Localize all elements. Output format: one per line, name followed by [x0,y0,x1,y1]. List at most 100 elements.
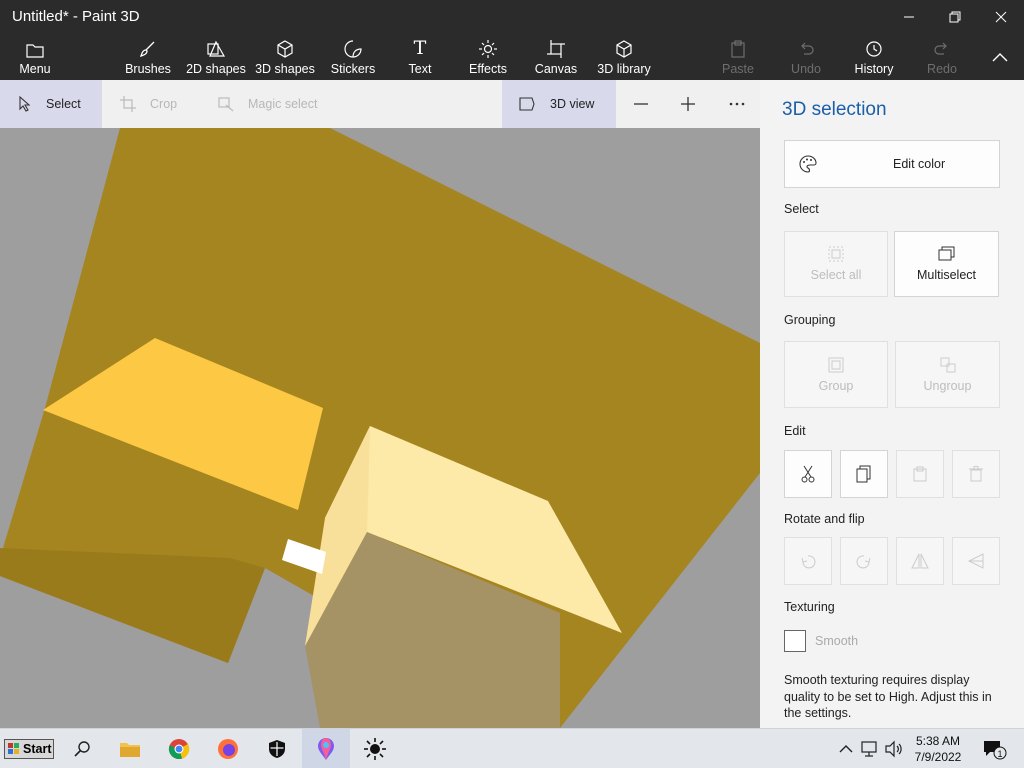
multiselect-button[interactable]: Multiselect [894,231,999,297]
panel-title: 3D selection [782,99,887,120]
security-button[interactable] [253,729,301,768]
title-bar: Untitled* - Paint 3D [0,0,1024,34]
chevron-up-icon [992,53,1008,62]
delete-button[interactable] [952,450,1000,498]
smooth-label: Smooth [815,634,859,648]
select-tool-button[interactable]: Select [0,80,102,128]
sun-icon [364,738,386,760]
volume-button[interactable] [884,739,904,759]
library-3d-button[interactable]: 3D library [596,34,652,80]
rotate-left-button[interactable] [784,537,832,585]
rotate-section-label: Rotate and flip [784,512,865,526]
text-button[interactable]: T Text [400,34,440,80]
close-icon [995,11,1007,23]
grouping-section-label: Grouping [784,313,836,327]
shapes-2d-icon [207,40,226,57]
magic-select-icon [218,97,234,112]
show-hidden-icons-button[interactable] [836,739,856,759]
ungroup-icon [940,357,955,372]
minus-icon [634,103,648,105]
model-side-shadow [0,548,265,663]
notification-count: 1 [997,749,1002,759]
network-icon [861,741,877,757]
canvas-button[interactable]: Canvas [534,34,578,80]
flip-horizontal-button[interactable] [896,537,944,585]
folder-icon [120,743,140,757]
file-explorer-button[interactable] [106,729,154,768]
cut-button[interactable] [784,450,832,498]
sun-icon [479,40,497,58]
collapse-ribbon-button[interactable] [986,34,1014,80]
library-icon [616,40,632,58]
more-options-button[interactable] [722,80,752,128]
shield-icon [269,740,285,758]
restore-icon [949,11,961,23]
flip-vertical-button[interactable] [952,537,1000,585]
smooth-texturing-note: Smooth texturing requires display qualit… [784,673,992,720]
group-button[interactable]: Group [784,341,888,408]
canvas-crop-icon [547,40,565,58]
rotate-right-icon [856,555,871,569]
windows-logo-icon [8,743,19,754]
redo-button[interactable]: Redo [924,34,960,80]
brush-icon [139,41,155,58]
cube-icon [277,40,293,58]
paint3d-taskbar-button[interactable] [302,729,350,768]
zoom-out-button[interactable] [626,80,656,128]
shapes-3d-button[interactable]: 3D shapes [254,34,316,80]
cursor-icon [19,96,31,112]
edit-color-button[interactable]: Edit color [784,140,1000,188]
multiselect-icon [938,246,954,261]
chevron-up-icon [839,745,853,753]
paint3d-window: Untitled* - Paint 3D Menu Brushes 2D sha… [0,0,1024,768]
chrome-button[interactable] [155,729,203,768]
notification-center-button[interactable]: 1 [982,739,1008,760]
stickers-button[interactable]: Stickers [327,34,379,80]
restore-button[interactable] [932,0,978,34]
scene-3d[interactable] [0,128,760,728]
copy-button[interactable] [840,450,888,498]
start-button[interactable]: Start [4,739,54,759]
firefox-button[interactable] [204,729,252,768]
copy-icon [856,465,871,483]
view-3d-icon [519,97,535,111]
notification-icon: 1 [984,741,1007,760]
paste-button[interactable]: Paste [720,34,756,80]
shapes-2d-button[interactable]: 2D shapes [184,34,248,80]
minimize-button[interactable] [886,0,932,34]
menu-button[interactable]: Menu [12,34,58,80]
selection-panel: 3D selection Edit color Select Select al… [760,80,1024,728]
group-icon [828,357,844,372]
view-3d-button[interactable]: 3D view [502,80,616,128]
plus-icon [681,97,695,111]
effects-button[interactable]: Effects [466,34,510,80]
brushes-button[interactable]: Brushes [122,34,174,80]
undo-button[interactable]: Undo [788,34,824,80]
brightness-button[interactable] [351,729,399,768]
paste-panel-button[interactable] [896,450,944,498]
edit-section-label: Edit [784,424,806,438]
select-all-icon [828,246,844,262]
magic-select-button[interactable]: Magic select [200,80,340,128]
firefox-icon [218,739,238,759]
more-icon [729,102,745,106]
zoom-in-button[interactable] [673,80,703,128]
chrome-icon [168,739,190,760]
smooth-checkbox[interactable] [784,630,806,652]
crop-tool-button[interactable]: Crop [102,80,198,128]
network-button[interactable] [860,739,880,759]
rotate-right-button[interactable] [840,537,888,585]
history-icon [866,41,882,57]
search-taskbar-button[interactable] [58,729,106,768]
select-all-button[interactable]: Select all [784,231,888,297]
flip-vertical-icon [967,553,984,569]
paint3d-icon [318,738,334,760]
clock[interactable]: 5:38 AM 7/9/2022 [910,733,966,765]
history-button[interactable]: History [850,34,898,80]
canvas-area[interactable] [0,128,760,728]
window-title: Untitled* - Paint 3D [12,8,140,25]
ungroup-button[interactable]: Ungroup [895,341,1000,408]
select-section-label: Select [784,202,819,216]
redo-icon [934,42,947,55]
close-button[interactable] [978,0,1024,34]
